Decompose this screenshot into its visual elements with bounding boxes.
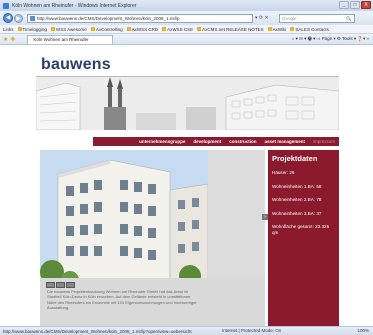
address-input[interactable]: http://www.bauwens.de/CMS/Development_Wo… <box>27 13 253 23</box>
security-zone[interactable]: Internet | Protected Mode: On <box>222 328 281 333</box>
link-axcontrolling[interactable]: AxControlling <box>91 27 123 32</box>
link-sales-contacts[interactable]: SALES Contacts <box>290 27 329 32</box>
zoom-level[interactable]: 100% <box>357 328 369 333</box>
nav-development[interactable]: development <box>193 139 221 144</box>
minimize-button[interactable]: _ <box>339 1 349 9</box>
address-bar-row: ◀ ▶ http://www.bauwens.de/CMS/Developmen… <box>0 11 373 25</box>
thumbnail-3[interactable] <box>66 282 75 288</box>
status-bar: http://www.bauwens.de/CMS/Development_Wo… <box>0 326 373 335</box>
refresh-stop-controls[interactable]: ▾ ⟳ ✕ <box>255 15 277 21</box>
nav-asset-management[interactable]: asset management <box>264 139 305 144</box>
nav-unternehmensgruppe[interactable]: unternehmensgruppe <box>139 139 185 144</box>
link-axwss-cse[interactable]: AxWSS CSE <box>162 27 193 32</box>
thumbnail-2[interactable] <box>56 282 65 288</box>
project-data-panel: Projektdaten Häuser: 26 Wohneinheiten 1.… <box>268 150 339 326</box>
link-timelogging[interactable]: Timelogging <box>18 27 47 32</box>
command-bar[interactable]: ⌂ ▾ ✉ ▾ 🖶 ▾ ⇨ Page ▾ ⚙ Tools ▾ ❓▾ » <box>292 35 369 43</box>
window-title: Köln Wohnen am Rheinufer - Windows Inter… <box>12 2 137 9</box>
status-url: http://www.bauwens.de/CMS/Development_Wo… <box>3 328 192 334</box>
bauwens-site: bauwens unternehmensgruppe development c… <box>36 46 339 326</box>
gallery-side-panel <box>208 150 265 278</box>
favorites-star-icon[interactable]: ★ <box>3 36 8 43</box>
link-release-notes[interactable]: AxCMS.net RELEASE NOTES <box>197 27 264 32</box>
link-axwiki[interactable]: AxWiki <box>268 27 287 32</box>
link-wss-awesome[interactable]: WSS Awesome <box>51 27 87 32</box>
add-favorites-icon[interactable]: ✚ <box>10 36 15 43</box>
nav-impressum[interactable]: impressum <box>313 139 335 144</box>
project-data-heading: Projektdaten <box>272 154 318 163</box>
tab-row: ★ ✚ Köln Wohnen am Rheinufer ⌂ ▾ ✉ ▾ 🖶 ▾… <box>0 34 373 45</box>
image-thumbnails <box>46 282 75 288</box>
page-icon <box>30 15 35 21</box>
city-skyline-illustration <box>36 77 339 130</box>
main-nav: unternehmensgruppe development construct… <box>93 137 339 146</box>
page-viewport: bauwens unternehmensgruppe development c… <box>0 46 373 326</box>
site-logo[interactable]: bauwens <box>41 56 111 74</box>
project-description: Die bauwens Projektentwicklung Wohnen am… <box>47 289 197 311</box>
forward-button[interactable]: ▶ <box>14 13 23 23</box>
description-panel: Die bauwens Projektentwicklung Wohnen am… <box>40 278 265 326</box>
project-living-area: Wohnfläche gesamt: 23.325 qm <box>272 224 330 235</box>
close-button[interactable]: X <box>361 1 371 9</box>
address-url: http://www.bauwens.de/CMS/Development_Wo… <box>37 15 180 21</box>
search-input[interactable]: Google 🔍 <box>279 13 355 23</box>
link-axwss-crd[interactable]: AxWSS CRD <box>127 27 159 32</box>
window-titlebar: Köln Wohnen am Rheinufer - Windows Inter… <box>0 0 373 11</box>
search-placeholder: Google <box>282 15 297 21</box>
links-label: Links <box>3 26 14 32</box>
window-controls: _ □ X <box>339 1 371 9</box>
hero-image <box>36 77 339 130</box>
maximize-button[interactable]: □ <box>350 1 360 9</box>
links-bar: Links Timelogging WSS Awesome AxControll… <box>0 25 373 34</box>
search-icon[interactable]: 🔍 <box>346 15 352 22</box>
active-tab[interactable]: Köln Wohnen am Rheinufer <box>27 34 114 44</box>
ie-app-icon <box>3 2 9 9</box>
back-button[interactable]: ◀ <box>3 13 13 23</box>
thumbnail-1[interactable] <box>46 282 55 288</box>
nav-construction[interactable]: construction <box>229 139 256 144</box>
